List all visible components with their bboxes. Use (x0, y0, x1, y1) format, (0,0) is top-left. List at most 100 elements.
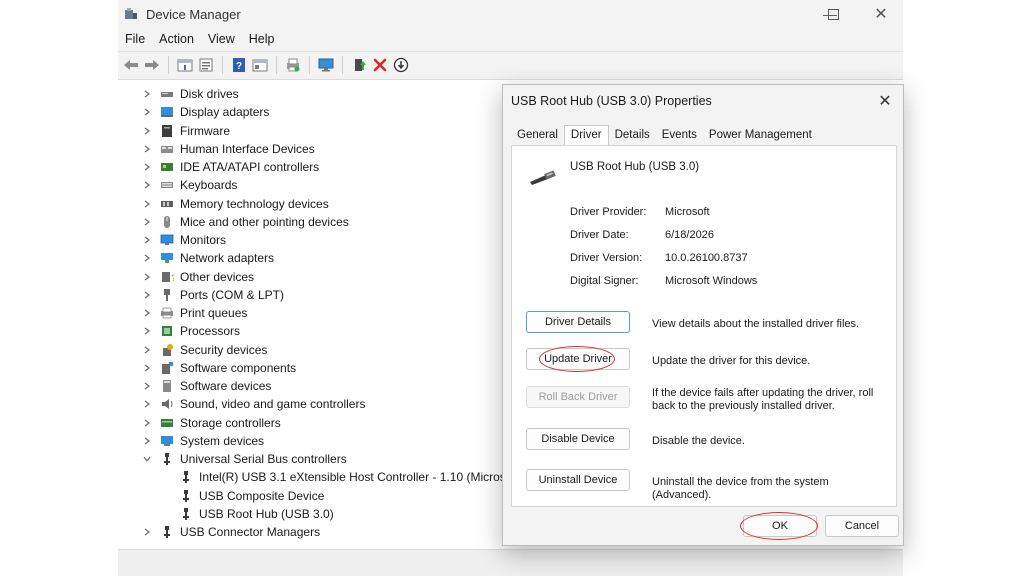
storage-controller-icon (160, 416, 174, 430)
dialog-title: USB Root Hub (USB 3.0) Properties (511, 94, 712, 108)
chevron-right-icon[interactable] (140, 525, 154, 539)
tab-general[interactable]: General (511, 126, 564, 145)
toolbar-separator (222, 56, 223, 74)
close-icon[interactable]: ✕ (858, 0, 903, 28)
tree-item-network-adapter[interactable]: Network adapters (140, 249, 274, 267)
tree-item-usb[interactable]: Universal Serial Bus controllers (140, 450, 347, 468)
action-pane-icon[interactable] (251, 56, 269, 74)
uninstall-device-button[interactable]: Uninstall Device (526, 469, 630, 491)
tree-child-item[interactable]: USB Composite Device (179, 487, 324, 505)
chevron-right-icon[interactable] (140, 87, 154, 101)
print-icon[interactable] (284, 56, 302, 74)
tree-item-label: Keyboards (180, 178, 238, 193)
usb-icon (160, 525, 174, 539)
tree-item-label: Display adapters (180, 105, 270, 120)
uninstall-device-description: Uninstall the device from the system (Ad… (652, 476, 829, 501)
tab-driver[interactable]: Driver (563, 125, 609, 146)
tree-item-memory[interactable]: Memory technology devices (140, 195, 329, 213)
chevron-right-icon[interactable] (140, 124, 154, 138)
chevron-right-icon[interactable] (140, 306, 154, 320)
chevron-down-icon[interactable] (140, 452, 154, 466)
menu-action[interactable]: Action (152, 30, 201, 50)
chevron-right-icon[interactable] (140, 434, 154, 448)
tree-item-label: Storage controllers (180, 415, 281, 430)
tree-item-usb[interactable]: USB Connector Managers (140, 523, 320, 541)
chevron-right-icon[interactable] (140, 233, 154, 247)
chevron-right-icon[interactable] (140, 416, 154, 430)
chevron-right-icon[interactable] (140, 343, 154, 357)
chevron-right-icon[interactable] (140, 142, 154, 156)
chevron-right-icon[interactable] (140, 324, 154, 338)
tree-item-speaker[interactable]: Sound, video and game controllers (140, 395, 365, 413)
update-driver-button[interactable]: Update Driver (526, 348, 630, 370)
tree-item-firmware[interactable]: Firmware (140, 122, 230, 140)
monitor-icon[interactable] (317, 56, 335, 74)
menu-help[interactable]: Help (242, 30, 282, 50)
driver-details-button[interactable]: Driver Details (526, 311, 630, 333)
port-icon (160, 288, 174, 302)
properties-icon[interactable] (176, 56, 194, 74)
chevron-right-icon[interactable] (140, 397, 154, 411)
uninstall-x-icon[interactable] (371, 56, 389, 74)
tab-strip: General Driver Details Events Power Mana… (511, 123, 818, 146)
tree-item-processor[interactable]: Processors (140, 322, 240, 340)
ok-button[interactable]: OK (743, 515, 817, 537)
ide-controller-icon (160, 160, 174, 174)
tree-item-port[interactable]: Ports (COM & LPT) (140, 286, 284, 304)
tree-item-label: Monitors (180, 233, 227, 247)
chevron-right-icon[interactable] (140, 105, 154, 119)
toolbar-separator (168, 56, 169, 74)
help-icon[interactable]: ? (230, 56, 248, 74)
chevron-right-icon[interactable] (140, 361, 154, 375)
tree-item-hid[interactable]: Human Interface Devices (140, 140, 315, 158)
forward-arrow-icon[interactable] (143, 56, 161, 74)
tree-item-keyboard[interactable]: Keyboards (140, 176, 237, 194)
tree-item-system-device[interactable]: System devices (140, 432, 264, 450)
driver-tab-panel: USB Root Hub (USB 3.0) Driver Provider: … (511, 145, 897, 507)
chevron-right-icon[interactable] (140, 215, 154, 229)
tree-item-label: IDE ATA/ATAPI controllers (180, 160, 320, 174)
chevron-right-icon[interactable] (140, 270, 154, 284)
chevron-right-icon[interactable] (140, 379, 154, 393)
tree-item-mouse[interactable]: Mice and other pointing devices (140, 213, 349, 231)
tab-events[interactable]: Events (656, 126, 703, 145)
chevron-right-icon[interactable] (140, 178, 154, 192)
tree-item-monitor[interactable]: Monitors (140, 231, 226, 249)
tab-power-management[interactable]: Power Management (703, 126, 818, 145)
close-icon[interactable]: ✕ (873, 89, 897, 113)
tree-item-other-devices[interactable]: ? Other devices (140, 268, 254, 286)
menu-view[interactable]: View (201, 30, 242, 50)
roll-back-driver-button[interactable]: Roll Back Driver (526, 386, 630, 408)
tree-item-label: Human Interface Devices (180, 141, 315, 156)
tree-item-ide-controller[interactable]: IDE ATA/ATAPI controllers (140, 158, 319, 176)
tree-item-display-adapter[interactable]: Display adapters (140, 103, 269, 121)
toolbar-separator (309, 56, 310, 74)
tab-details[interactable]: Details (609, 126, 656, 145)
download-icon[interactable] (392, 56, 410, 74)
system-device-icon (160, 434, 174, 448)
toolbar: ? (118, 51, 903, 78)
show-hidden-icon[interactable] (197, 56, 215, 74)
tree-child-item[interactable]: USB Root Hub (USB 3.0) (179, 505, 334, 523)
update-driver-icon[interactable] (350, 56, 368, 74)
tree-item-security-device[interactable]: Security devices (140, 341, 267, 359)
menu-file[interactable]: File (118, 30, 152, 50)
window-title: Device Manager (146, 6, 241, 22)
tree-item-software-component[interactable]: Software components (140, 359, 296, 377)
chevron-right-icon[interactable] (140, 288, 154, 302)
tree-item-label: Software devices (180, 379, 272, 393)
chevron-right-icon[interactable] (140, 160, 154, 174)
cancel-button[interactable]: Cancel (825, 515, 899, 537)
digital-signer-value: Microsoft Windows (665, 275, 758, 287)
tree-item-disk-drive[interactable]: Disk drives (140, 85, 239, 103)
back-arrow-icon[interactable] (122, 56, 140, 74)
tree-item-printer[interactable]: Print queues (140, 304, 247, 322)
tree-item-software-device[interactable]: Software devices (140, 377, 271, 395)
tree-item-storage-controller[interactable]: Storage controllers (140, 414, 281, 432)
usb-icon (160, 452, 174, 466)
maximize-icon[interactable] (810, 0, 856, 28)
chevron-right-icon[interactable] (140, 251, 154, 265)
chevron-right-icon[interactable] (140, 197, 154, 211)
tree-child-item[interactable]: Intel(R) USB 3.1 eXtensible Host Control… (179, 468, 523, 486)
disable-device-button[interactable]: Disable Device (526, 428, 630, 450)
